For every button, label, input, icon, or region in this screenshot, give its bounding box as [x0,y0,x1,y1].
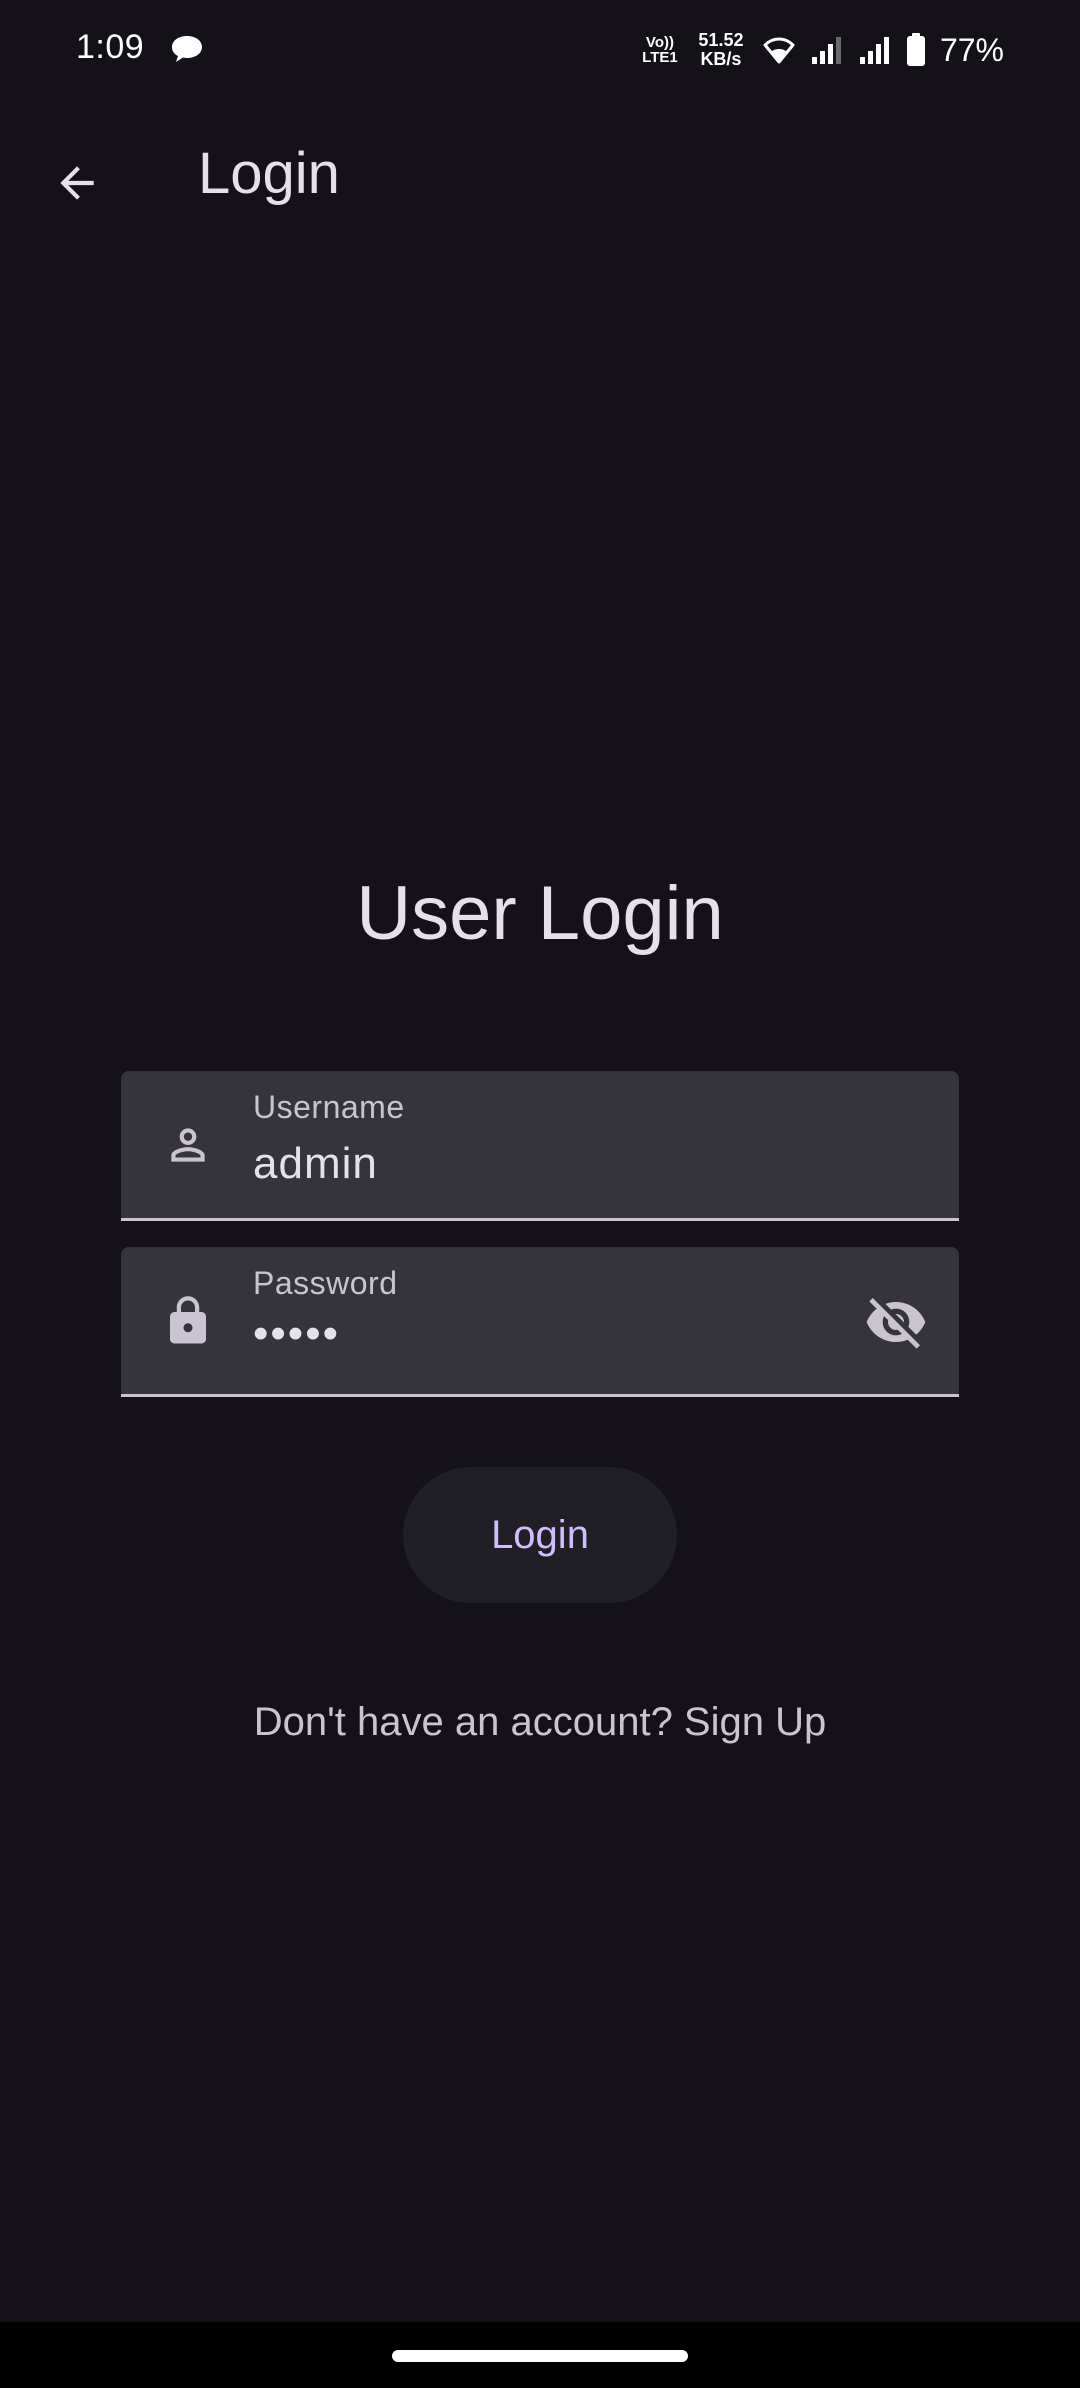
visibility-toggle-button[interactable] [863,1292,929,1352]
battery-icon [906,33,925,66]
login-button[interactable]: Login [403,1467,677,1603]
person-icon [161,1118,215,1172]
signal-icon-sim2 [859,37,889,64]
login-screen: 1:09 Vo)) LTE1 51.52 KB/s 77% Login User… [0,0,1080,2388]
app-bar-title: Login [198,141,340,206]
username-field[interactable]: Username admin [121,1071,959,1221]
volte-indicator: Vo)) LTE1 [640,35,680,65]
network-speed-value: 51.52 [698,30,744,50]
username-label: Username [253,1089,405,1125]
navigation-bar [0,2322,1080,2388]
password-label: Password [253,1265,398,1301]
status-bar: 1:09 Vo)) LTE1 51.52 KB/s 77% [0,0,1080,100]
status-time: 1:09 [76,28,145,66]
arrow-back-icon [60,166,94,200]
visibility-off-icon [866,1298,926,1349]
volte-line2: LTE1 [642,49,678,66]
signal-icon-sim1 [811,37,841,64]
network-speed: 51.52 KB/s [694,31,748,69]
page-heading: User Login [356,871,724,956]
chat-notification-icon [172,36,202,62]
back-button[interactable] [32,138,122,228]
battery-percent: 77% [939,31,1004,68]
username-value[interactable]: admin [253,1139,378,1189]
signup-link[interactable]: Don't have an account? Sign Up [0,1700,1080,1745]
lock-icon [161,1294,215,1348]
password-field[interactable]: Password ••••• [121,1247,959,1397]
password-value[interactable]: ••••• [253,1309,340,1359]
home-indicator[interactable] [392,2350,688,2362]
top-app-bar: Login [0,110,1080,240]
network-speed-unit: KB/s [700,49,742,69]
wifi-icon [763,37,795,64]
status-icons: Vo)) LTE1 51.52 KB/s 77% [640,26,1004,74]
volte-line1: Vo)) [645,34,674,51]
